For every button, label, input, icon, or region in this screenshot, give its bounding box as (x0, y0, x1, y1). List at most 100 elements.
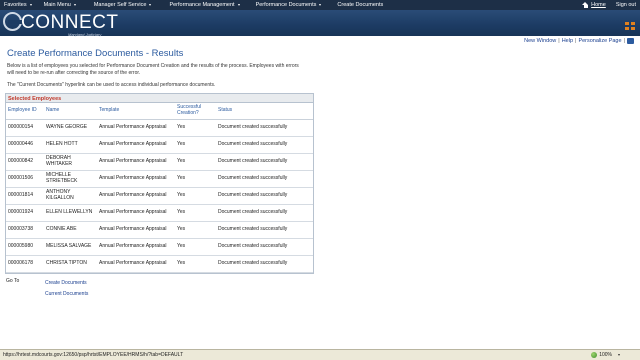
cell-employee-id: 000000154 (6, 119, 44, 137)
cell-status: Document created successfully (216, 187, 313, 205)
cell-status: Document created successfully (216, 119, 313, 137)
cell-success: Yes (175, 136, 216, 154)
table-row: 000001814 ANTHONY KILGALLON Annual Perfo… (6, 187, 313, 205)
table-row: 000006178 CHRISTA TIPTON Annual Performa… (6, 255, 313, 273)
zoom-globe-icon (591, 352, 598, 358)
employees-table: Employee ID Name Template Successful Cre… (6, 103, 313, 273)
table-row: 000000154 WAYNE GEORGE Annual Performanc… (6, 119, 313, 137)
cell-template: Annual Performance Appraisal (97, 187, 175, 205)
zoom-control[interactable]: 100% (591, 352, 620, 358)
col-header-name[interactable]: Name (44, 103, 97, 120)
cell-name: MICHELLE STRIETBECK (44, 170, 97, 188)
nav-performance-management-label: Performance Management (169, 2, 235, 8)
chevron-down-icon (237, 4, 240, 6)
cell-template: Annual Performance Appraisal (97, 255, 175, 273)
cell-status: Document created successfully (216, 255, 313, 273)
chevron-down-icon (149, 4, 152, 6)
cell-status: Document created successfully (216, 153, 313, 171)
new-window-link[interactable]: New Window (524, 38, 556, 44)
cell-employee-id: 000001506 (6, 170, 44, 188)
table-row: 000000446 HELEN HOTT Annual Performance … (6, 136, 313, 154)
cell-success: Yes (175, 153, 216, 171)
chevron-down-icon (618, 354, 620, 356)
note-text: The "Current Documents" hyperlink can be… (7, 82, 216, 88)
chevron-down-icon (29, 4, 32, 6)
cell-success: Yes (175, 238, 216, 256)
table-header-row: Employee ID Name Template Successful Cre… (6, 103, 313, 120)
zoom-level: 100% (599, 352, 612, 358)
cell-status: Document created successfully (216, 204, 313, 222)
home-label: Home (591, 2, 606, 8)
cell-employee-id: 000001814 (6, 187, 44, 205)
logo-subtitle: Maryland Judiciary (68, 32, 102, 37)
nav-favorites-label: Favorites (4, 2, 27, 8)
page-title: Create Performance Documents - Results (7, 48, 184, 59)
cell-status: Document created successfully (216, 221, 313, 239)
nav-create-documents-label: Create Documents (337, 2, 384, 8)
col-header-successful-creation[interactable]: Successful Creation? (175, 103, 216, 120)
header-banner: CONNECT Maryland Judiciary (0, 10, 640, 37)
logo-text: CONNECT (21, 12, 119, 33)
table-row: 000000842 DEBORAH WHITAKER Annual Perfor… (6, 153, 313, 171)
nav-create-documents[interactable]: Create Documents (333, 2, 383, 8)
cell-employee-id: 000005980 (6, 238, 44, 256)
cell-name: ELLEN LLEWELLYN (44, 204, 97, 222)
cell-employee-id: 000006178 (6, 255, 44, 273)
nav-performance-documents[interactable]: Performance Documents (252, 2, 322, 8)
cell-success: Yes (175, 119, 216, 137)
current-documents-link[interactable]: Current Documents (45, 289, 88, 300)
table-row: 000005980 MELISSA SALVAGE Annual Perform… (6, 238, 313, 256)
top-navigation-bar: Favorites Main Menu Manager Self Service… (0, 0, 640, 10)
col-header-template[interactable]: Template (97, 103, 175, 120)
cell-status: Document created successfully (216, 170, 313, 188)
nav-favorites[interactable]: Favorites (0, 2, 32, 8)
cell-employee-id: 000001924 (6, 204, 44, 222)
create-documents-link[interactable]: Create Documents (45, 278, 88, 289)
nav-main-menu[interactable]: Main Menu (40, 2, 76, 8)
cell-success: Yes (175, 221, 216, 239)
navigation-grid-icon[interactable] (625, 22, 636, 32)
table-row: 000001924 ELLEN LLEWELLYN Annual Perform… (6, 204, 313, 222)
cell-success: Yes (175, 170, 216, 188)
cell-status: Document created successfully (216, 136, 313, 154)
cell-template: Annual Performance Appraisal (97, 170, 175, 188)
chevron-down-icon (73, 4, 76, 6)
cell-name: MELISSA SALVAGE (44, 238, 97, 256)
cell-employee-id: 000000842 (6, 153, 44, 171)
link-separator: | (558, 38, 560, 44)
nav-manager-self-service[interactable]: Manager Self Service (90, 2, 152, 8)
cell-employee-id: 000003738 (6, 221, 44, 239)
selected-employees-grid: Selected Employees Employee ID Name Temp… (5, 93, 314, 274)
cell-success: Yes (175, 255, 216, 273)
help-icon[interactable] (627, 38, 634, 44)
nav-main-menu-label: Main Menu (43, 2, 71, 8)
cell-template: Annual Performance Appraisal (97, 119, 175, 137)
cell-template: Annual Performance Appraisal (97, 204, 175, 222)
cell-name: DEBORAH WHITAKER (44, 153, 97, 171)
home-icon (582, 2, 589, 8)
col-header-employee-id[interactable]: Employee ID (6, 103, 44, 120)
cell-name: CONNIE ABE (44, 221, 97, 239)
cell-employee-id: 000000446 (6, 136, 44, 154)
page-links: New Window | Help | Personalize Page | (524, 38, 634, 44)
cell-name: WAYNE GEORGE (44, 119, 97, 137)
cell-status: Document created successfully (216, 238, 313, 256)
signout-link[interactable]: Sign out (616, 2, 636, 8)
link-separator: | (623, 38, 625, 44)
help-link[interactable]: Help (562, 38, 573, 44)
intro-text: Below is a list of employees you selecte… (7, 63, 299, 76)
cell-template: Annual Performance Appraisal (97, 221, 175, 239)
cell-success: Yes (175, 204, 216, 222)
col-header-status[interactable]: Status (216, 103, 313, 120)
cell-template: Annual Performance Appraisal (97, 238, 175, 256)
cell-name: HELEN HOTT (44, 136, 97, 154)
grid-caption: Selected Employees (6, 94, 313, 103)
goto-links: Create Documents Current Documents (45, 278, 88, 300)
goto-label: Go To (6, 278, 20, 284)
browser-status-bar: https://hrtest.mdcourts.gov:12650/psp/hr… (0, 349, 640, 360)
home-link[interactable]: Home (582, 2, 606, 8)
personalize-page-link[interactable]: Personalize Page (578, 38, 621, 44)
status-url: https://hrtest.mdcourts.gov:12650/psp/hr… (3, 352, 184, 358)
nav-performance-management[interactable]: Performance Management (165, 2, 240, 8)
top-right-links: Home Sign out (582, 0, 636, 10)
